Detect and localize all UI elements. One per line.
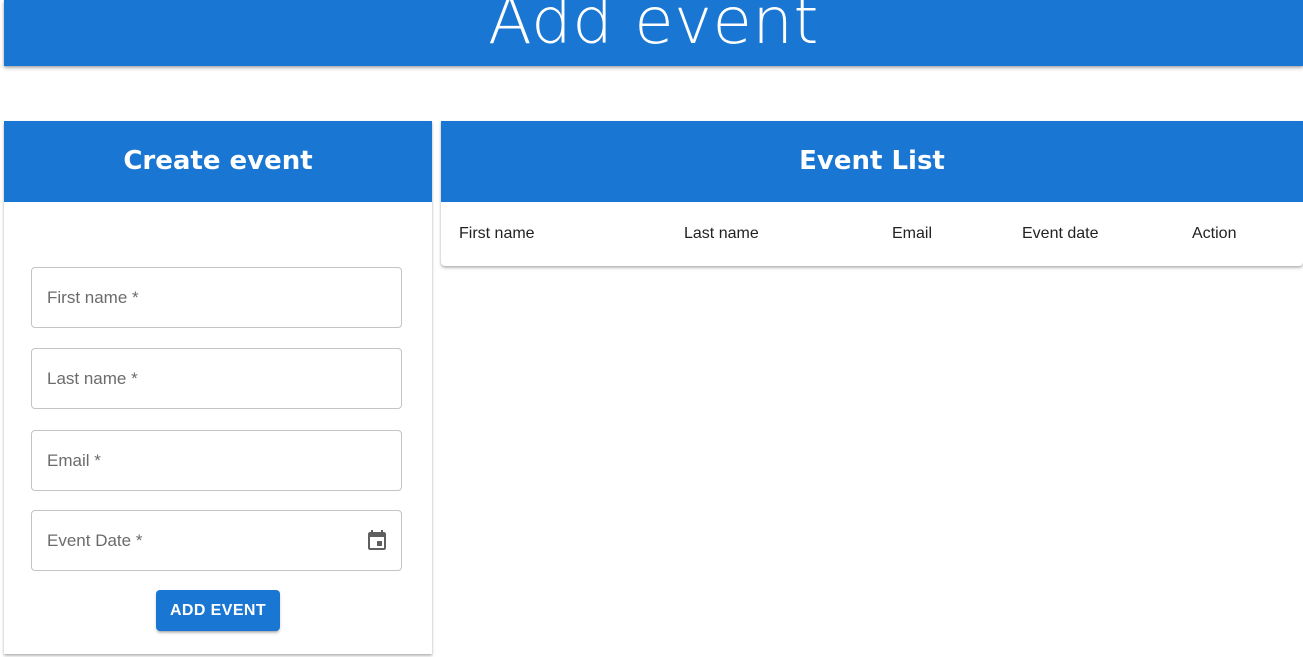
event-list-card: Event List First name Last name Email Ev… <box>441 121 1303 266</box>
first-name-field[interactable]: First name * <box>31 267 402 328</box>
event-date-input[interactable] <box>32 511 401 570</box>
column-header-email[interactable]: Email <box>892 225 932 243</box>
app-header: Add event <box>4 0 1303 66</box>
last-name-input[interactable] <box>32 349 401 408</box>
email-field[interactable]: Email * <box>31 430 402 491</box>
last-name-field[interactable]: Last name * <box>31 348 402 409</box>
event-table-header: First name Last name Email Event date Ac… <box>441 202 1303 266</box>
add-event-button[interactable]: ADD EVENT <box>156 590 280 631</box>
column-header-action[interactable]: Action <box>1192 225 1236 243</box>
create-event-card-header: Create event <box>4 121 432 202</box>
first-name-input[interactable] <box>32 268 401 327</box>
column-header-first-name[interactable]: First name <box>459 225 535 243</box>
event-date-field[interactable]: Event Date * <box>31 510 402 571</box>
page-title: Add event <box>487 0 820 59</box>
calendar-icon[interactable] <box>365 529 389 553</box>
event-list-title: Event List <box>799 145 945 176</box>
event-list-card-header: Event List <box>441 121 1303 202</box>
email-input[interactable] <box>32 431 401 490</box>
create-event-title: Create event <box>123 145 313 176</box>
column-header-last-name[interactable]: Last name <box>684 225 759 243</box>
column-header-event-date[interactable]: Event date <box>1022 225 1099 243</box>
create-event-card: Create event First name * Last name * Em… <box>4 121 432 654</box>
